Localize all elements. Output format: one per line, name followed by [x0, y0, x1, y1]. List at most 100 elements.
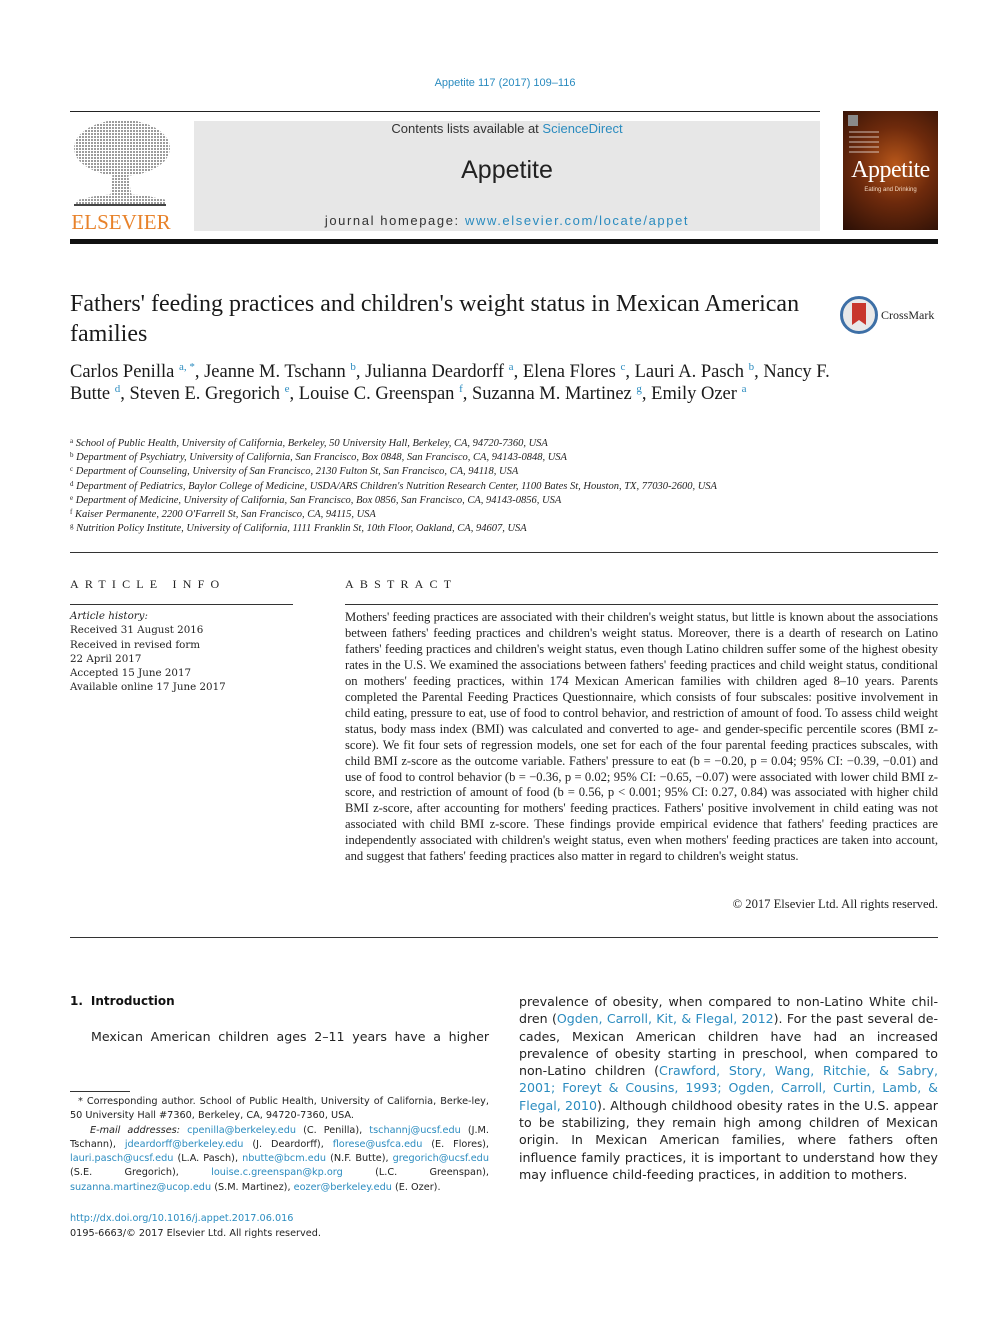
doi-block: http://dx.doi.org/10.1016/j.appet.2017.0…	[70, 1211, 321, 1241]
history-entry: Received 31 August 2016	[70, 624, 204, 637]
article-info-heading: ARTICLE INFO	[70, 577, 226, 591]
author-list: Carlos Penilla a, *, Jeanne M. Tschann b…	[70, 361, 830, 404]
email-link[interactable]: eozer@berkeley.edu	[294, 1182, 392, 1193]
affiliation-marker[interactable]: a	[509, 361, 514, 373]
header-rule-top	[70, 111, 820, 112]
cover-publisher-mark	[848, 115, 858, 126]
affiliation-marker[interactable]: b	[350, 361, 356, 373]
journal-name: Appetite	[461, 156, 553, 184]
email-owner: (E. Flores)	[431, 1138, 486, 1150]
abstract-text: Mothers' feeding practices are associate…	[345, 610, 938, 864]
email-link[interactable]: cpenilla@berkeley.edu	[187, 1125, 296, 1136]
affiliation-text: Department of Medicine, University of Ca…	[73, 494, 562, 506]
introduction-paragraph-start: Mexican American children ages 2–11 year…	[91, 1029, 489, 1044]
divider	[70, 604, 293, 605]
journal-citation-link[interactable]: Appetite 117 (2017) 109–116	[0, 77, 992, 89]
affiliation-item: b Department of Psychiatry, University o…	[70, 451, 850, 465]
email-link[interactable]: tschannj@ucsf.edu	[369, 1125, 460, 1136]
affiliation-marker[interactable]: d	[115, 383, 121, 395]
email-owner: (N.F. Butte)	[330, 1153, 386, 1165]
email-owner: (J. Deardorff)	[252, 1138, 321, 1150]
sciencedirect-link[interactable]: ScienceDirect	[542, 121, 622, 136]
history-entry: Received in revised form	[70, 638, 201, 651]
history-entry: Available online 17 June 2017	[70, 681, 226, 694]
email-owner: (C. Penilla)	[303, 1124, 360, 1136]
author-name[interactable]: Julianna Deardorff	[365, 362, 504, 382]
issn-copyright: 0195-6663/© 2017 Elsevier Ltd. All right…	[70, 1228, 321, 1239]
affiliation-text: Kaiser Permanente, 2200 O'Farrell St, Sa…	[72, 509, 376, 521]
divider	[70, 552, 938, 553]
cover-title: Appetite	[851, 157, 930, 183]
abstract-heading: ABSTRACT	[345, 577, 458, 591]
affiliation-text: School of Public Health, University of C…	[73, 438, 548, 449]
homepage-prefix: journal homepage:	[324, 213, 465, 228]
author-name[interactable]: Emily Ozer	[651, 384, 737, 404]
email-link[interactable]: gregorich@ucsf.edu	[393, 1153, 489, 1164]
article-title: Fathers' feeding practices and children'…	[70, 291, 800, 347]
email-link[interactable]: lauri.pasch@ucsf.edu	[70, 1153, 173, 1164]
elsevier-logo[interactable]: ELSEVIER	[68, 118, 174, 236]
author-name[interactable]: Jeanne M. Tschann	[204, 362, 346, 382]
crossmark-button[interactable]: CrossMark	[840, 296, 940, 336]
elsevier-tree-icon	[74, 120, 170, 206]
affiliation-list: a School of Public Health, University of…	[70, 437, 850, 536]
affiliation-text: Nutrition Policy Institute, University o…	[73, 523, 527, 535]
email-label: E-mail addresses:	[90, 1124, 180, 1136]
header-rule-bottom	[70, 239, 938, 244]
email-link[interactable]: suzanna.martinez@ucop.edu	[70, 1182, 211, 1193]
email-owner: (S.E. Gregorich)	[70, 1167, 176, 1179]
elsevier-wordmark: ELSEVIER	[71, 210, 171, 234]
section-number: 1.	[70, 994, 83, 1008]
article-history: Article history: Received 31 August 2016…	[70, 609, 310, 695]
contents-prefix: Contents lists available at	[391, 121, 543, 136]
journal-homepage-link[interactable]: www.elsevier.com/locate/appet	[465, 213, 689, 228]
history-entry: Accepted 15 June 2017	[70, 667, 192, 680]
author-name[interactable]: Steven E. Gregorich	[129, 384, 280, 404]
email-link[interactable]: florese@usfca.edu	[333, 1139, 423, 1150]
affiliation-marker[interactable]: a, *	[179, 361, 195, 373]
journal-cover-image[interactable]: Appetite Eating and Drinking	[843, 111, 938, 230]
author-name[interactable]: Elena Flores	[523, 362, 616, 382]
email-link[interactable]: nbutte@bcm.edu	[242, 1153, 326, 1164]
introduction-paragraph-continued: prevalence of obesity, when compared to …	[519, 993, 938, 1183]
homepage-line: journal homepage: www.elsevier.com/locat…	[194, 213, 820, 228]
divider	[70, 937, 938, 938]
cover-text-lines	[849, 131, 879, 156]
affiliation-item: e Department of Medicine, University of …	[70, 494, 850, 508]
affiliation-item: d Department of Pediatrics, Baylor Colle…	[70, 480, 850, 494]
abstract-copyright: © 2017 Elsevier Ltd. All rights reserved…	[732, 897, 938, 911]
email-owner: (L.C. Greenspan)	[375, 1167, 486, 1179]
affiliation-text: Department of Counseling, University of …	[73, 466, 519, 478]
affiliation-item: g Nutrition Policy Institute, University…	[70, 522, 850, 536]
affiliation-marker[interactable]: b	[749, 361, 755, 373]
email-owner: (S.M. Martinez)	[214, 1181, 288, 1193]
article-history-label: Article history:	[70, 610, 148, 622]
section-heading-introduction: 1. Introduction	[70, 994, 175, 1008]
email-link[interactable]: jdeardorff@berkeley.edu	[125, 1139, 244, 1150]
citation-link[interactable]: Ogden, Carroll, Kit, & Flegal, 2012	[557, 1011, 774, 1026]
crossmark-label: CrossMark	[881, 308, 935, 322]
crossmark-icon	[840, 296, 878, 334]
affiliation-marker[interactable]: e	[285, 383, 290, 395]
contents-line: Contents lists available at ScienceDirec…	[194, 121, 820, 136]
corresponding-author-note: * Corresponding author. School of Public…	[70, 1096, 489, 1122]
affiliation-marker[interactable]: a	[742, 383, 747, 395]
author-name[interactable]: Suzanna M. Martinez	[472, 384, 632, 404]
affiliation-item: f Kaiser Permanente, 2200 O'Farrell St, …	[70, 508, 850, 522]
section-title: Introduction	[90, 994, 175, 1008]
affiliation-marker[interactable]: g	[636, 383, 642, 395]
divider	[345, 604, 938, 605]
author-name[interactable]: Carlos Penilla	[70, 362, 174, 382]
footnotes: * Corresponding author. School of Public…	[70, 1095, 489, 1195]
affiliation-item: c Department of Counseling, University o…	[70, 465, 850, 479]
author-name[interactable]: Lauri A. Pasch	[635, 362, 744, 382]
author-name[interactable]: Louise C. Greenspan	[299, 384, 455, 404]
email-addresses: E-mail addresses: cpenilla@berkeley.edu …	[70, 1124, 489, 1193]
affiliation-marker[interactable]: f	[459, 383, 463, 395]
cover-subtitle: Eating and Drinking	[864, 187, 917, 193]
email-link[interactable]: louise.c.greenspan@kp.org	[211, 1167, 343, 1178]
history-entry: 22 April 2017	[70, 652, 142, 665]
doi-link[interactable]: http://dx.doi.org/10.1016/j.appet.2017.0…	[70, 1211, 321, 1226]
affiliation-marker[interactable]: c	[620, 361, 625, 373]
email-owner: (L.A. Pasch)	[177, 1153, 235, 1165]
